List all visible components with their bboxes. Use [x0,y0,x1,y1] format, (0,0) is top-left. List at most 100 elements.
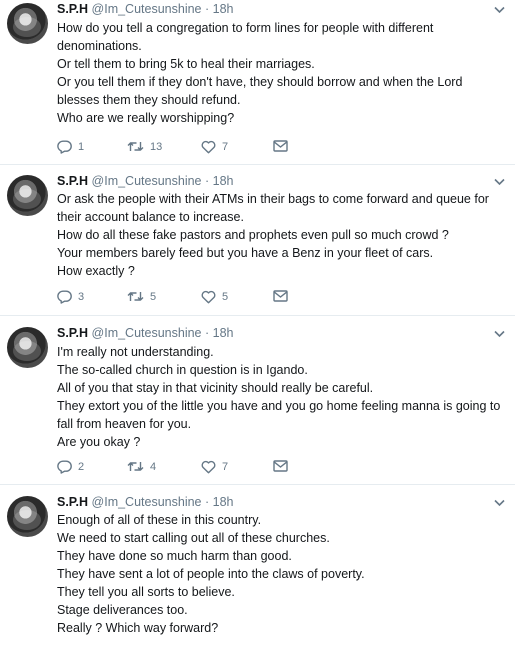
tweet[interactable]: S.P.H @Im_Cutesunshine · 18h Or ask the … [0,172,515,314]
like-button[interactable]: 7 [201,140,228,154]
reply-icon [57,460,72,474]
divider [0,315,515,316]
tweet-text: Or ask the people with their ATMs in the… [57,190,489,280]
timestamp[interactable]: 18h [213,174,234,188]
tweet-actions: 2 4 7 [57,460,317,478]
separator-dot: · [204,174,210,188]
tweet-line: They have done so much harm than good. [57,549,292,563]
reply-icon [57,140,72,154]
reply-icon [57,290,72,304]
tweet-line: How do you tell a congregation to form l… [57,21,434,35]
user-name[interactable]: S.P.H [57,174,88,188]
reply-count: 1 [78,141,85,153]
reply-count: 2 [78,461,85,473]
tweet-line: Or ask the people with their ATMs in the… [57,192,489,206]
retweet-count: 5 [150,290,157,303]
tweet-line: their account balance to increase. [57,210,244,224]
timeline: S.P.H @Im_Cutesunshine · 18h How do you … [0,0,515,648]
like-button[interactable]: 5 [201,290,228,304]
tweet-line: Enough of all of these in this country. [57,513,262,527]
user-handle[interactable]: @Im_Cutesunshine [92,174,202,188]
chevron-down-icon[interactable] [494,499,505,507]
retweet-button[interactable]: 5 [127,290,156,303]
user-handle[interactable]: @Im_Cutesunshine [92,326,202,340]
avatar[interactable] [7,496,48,537]
reply-count: 3 [78,291,85,303]
tweet[interactable]: S.P.H @Im_Cutesunshine · 18h Enough of a… [0,493,515,648]
retweet-icon [127,462,144,471]
tweet-line: We need to start calling out all of thes… [57,531,330,545]
tweet-header: S.P.H @Im_Cutesunshine · 18h [57,174,234,189]
tweet-line: denominations. [57,39,142,53]
divider [0,484,515,485]
user-name[interactable]: S.P.H [57,326,88,340]
like-count: 5 [222,291,229,303]
envelope-icon [273,140,288,152]
separator-dot: · [204,2,210,16]
reply-button[interactable]: 3 [57,290,84,304]
tweet-header: S.P.H @Im_Cutesunshine · 18h [57,495,234,510]
tweet-line: blesses them they should refund. [57,93,241,107]
tweet-line: Stage deliverances too. [57,603,188,617]
tweet-actions: 1 13 7 [57,140,317,158]
reply-button[interactable]: 2 [57,460,84,474]
tweet[interactable]: S.P.H @Im_Cutesunshine · 18h I'm really … [0,324,515,484]
heart-icon [201,290,216,304]
user-name[interactable]: S.P.H [57,495,88,509]
tweet-line: They extort you of the little you have a… [57,399,501,413]
tweet[interactable]: S.P.H @Im_Cutesunshine · 18h How do you … [0,0,515,160]
tweet-line: I'm really not understanding. [57,345,214,359]
tweet-line: How do all these fake pastors and prophe… [57,228,449,242]
direct-message-button[interactable] [273,140,288,152]
like-count: 7 [222,461,229,473]
retweet-button[interactable]: 4 [127,460,156,473]
envelope-icon [273,290,288,302]
like-count: 7 [222,141,229,153]
tweet-line: Or tell them to bring 5k to heal their m… [57,57,315,71]
direct-message-button[interactable] [273,460,288,472]
timestamp[interactable]: 18h [213,495,234,509]
retweet-count: 13 [150,140,163,153]
chevron-down-icon[interactable] [494,6,505,14]
chevron-down-icon[interactable] [494,178,505,186]
tweet-line: Really ? Which way forward? [57,621,219,635]
heart-icon [201,140,216,154]
user-handle[interactable]: @Im_Cutesunshine [92,495,202,509]
tweet-text: Enough of all of these in this country. … [57,511,365,637]
avatar[interactable] [7,175,48,216]
like-button[interactable]: 7 [201,460,228,474]
separator-dot: · [204,326,210,340]
retweet-button[interactable]: 13 [127,140,162,153]
user-handle[interactable]: @Im_Cutesunshine [92,2,202,16]
timestamp[interactable]: 18h [213,326,234,340]
chevron-down-icon[interactable] [494,330,505,338]
tweet-line: Are you okay ? [57,435,141,449]
retweet-count: 4 [150,460,157,473]
user-name[interactable]: S.P.H [57,2,88,16]
reply-button[interactable]: 1 [57,140,84,154]
tweet-line: Your members barely feed but you have a … [57,246,434,260]
tweet-line: They tell you all sorts to believe. [57,585,235,599]
direct-message-button[interactable] [273,290,288,302]
tweet-header: S.P.H @Im_Cutesunshine · 18h [57,2,234,17]
divider [0,164,515,165]
avatar[interactable] [7,327,48,368]
tweet-header: S.P.H @Im_Cutesunshine · 18h [57,326,234,341]
tweet-text: How do you tell a congregation to form l… [57,19,462,127]
tweet-line: fall from heaven for you. [57,417,192,431]
separator-dot: · [204,495,210,509]
tweet-line: The so-called church in question is in I… [57,363,308,377]
heart-icon [201,460,216,474]
tweet-line: How exactly ? [57,264,135,278]
tweet-text: I'm really not understanding. The so-cal… [57,343,500,451]
retweet-icon [127,142,144,151]
tweet-line: Or you tell them if they don't have, the… [57,75,463,89]
tweet-line: All of you that stay in that vicinity sh… [57,381,374,395]
tweet-line: Who are we really worshipping? [57,111,235,125]
envelope-icon [273,460,288,472]
avatar[interactable] [7,3,48,44]
tweet-actions: 3 5 5 [57,290,317,308]
timestamp[interactable]: 18h [213,2,234,16]
tweet-line: They have sent a lot of people into the … [57,567,365,581]
retweet-icon [127,292,144,301]
